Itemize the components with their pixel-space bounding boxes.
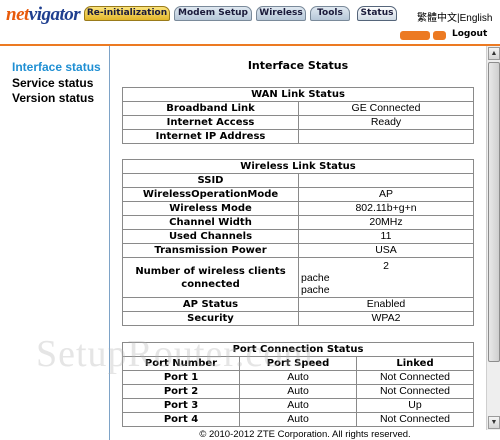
- client-entry: pache: [301, 271, 330, 284]
- wireless-table-header: Wireless Link Status: [122, 159, 474, 174]
- row-value: 11: [298, 229, 474, 244]
- table-row: Port 1 Auto Not Connected: [122, 370, 474, 385]
- row-label: Transmission Power: [122, 243, 299, 258]
- tab-wireless[interactable]: Wireless: [256, 6, 306, 21]
- row-label: WirelessOperationMode: [122, 187, 299, 202]
- row-label: Internet Access: [122, 115, 299, 130]
- row-value: AP: [298, 187, 474, 202]
- table-row: Port 4 Auto Not Connected: [122, 412, 474, 427]
- sidebar-item-interface-status[interactable]: Interface status: [12, 60, 101, 74]
- table-row: Port 3 Auto Up: [122, 398, 474, 413]
- row-value: Enabled: [298, 297, 474, 312]
- language-switch: 繁體中文|English: [417, 9, 492, 24]
- logo-part-net: net: [6, 4, 29, 25]
- scroll-up-arrow-icon[interactable]: ▲: [488, 47, 500, 60]
- table-row: AP Status Enabled: [122, 297, 474, 312]
- row-value: [298, 173, 474, 188]
- row-label: Number of wireless clients connected: [122, 257, 299, 298]
- column-header: Linked: [356, 356, 474, 371]
- lang-english[interactable]: English: [460, 13, 493, 24]
- table-row: Number of wireless clients connected 2 p…: [122, 257, 474, 298]
- scrollbar-thumb[interactable]: [488, 62, 500, 362]
- table-row: WirelessOperationMode AP: [122, 187, 474, 202]
- table-row: Port 2 Auto Not Connected: [122, 384, 474, 399]
- logo-part-vigator: vigator: [28, 4, 81, 25]
- row-label: Security: [122, 311, 299, 326]
- row-label: Wireless Mode: [122, 201, 299, 216]
- header: netvigator Re-initialization Modem Setup…: [0, 0, 500, 48]
- table-row: Internet Access Ready: [122, 115, 474, 130]
- table-row: Transmission Power USA: [122, 243, 474, 258]
- row-value: [298, 129, 474, 144]
- ports-table-header: Port Connection Status: [122, 342, 474, 357]
- row-value: 802.11b+g+n: [298, 201, 474, 216]
- port-speed-cell: Auto: [239, 412, 357, 427]
- column-header: Port Number: [122, 356, 240, 371]
- table-row: Security WPA2: [122, 311, 474, 326]
- page-title: Interface Status: [247, 59, 349, 72]
- row-value: WPA2: [298, 311, 474, 326]
- table-row: Broadband Link GE Connected: [122, 101, 474, 116]
- logout-link[interactable]: Logout: [452, 29, 487, 39]
- row-label: AP Status: [122, 297, 299, 312]
- port-speed-cell: Auto: [239, 370, 357, 385]
- row-label: Broadband Link: [122, 101, 299, 116]
- row-value: 20MHz: [298, 215, 474, 230]
- port-number-cell: Port 3: [122, 398, 240, 413]
- sidebar-item-service-status[interactable]: Service status: [12, 76, 93, 90]
- wan-link-status-table: WAN Link Status Broadband Link GE Connec…: [122, 87, 474, 144]
- clients-count: 2: [383, 259, 389, 272]
- row-value: GE Connected: [298, 101, 474, 116]
- port-connection-status-table: Port Connection Status Port Number Port …: [122, 342, 474, 427]
- port-speed-cell: Auto: [239, 398, 357, 413]
- wan-table-header: WAN Link Status: [122, 87, 474, 102]
- port-linked-cell: Not Connected: [356, 412, 474, 427]
- port-linked-cell: Not Connected: [356, 384, 474, 399]
- port-linked-cell: Up: [356, 398, 474, 413]
- table-row: Used Channels 11: [122, 229, 474, 244]
- tab-tools[interactable]: Tools: [310, 6, 350, 21]
- row-label: Internet IP Address: [122, 129, 299, 144]
- table-row: Channel Width 20MHz: [122, 215, 474, 230]
- sidebar: Interface status Service status Version …: [0, 46, 110, 440]
- vertical-scrollbar[interactable]: ▲ ▼: [486, 46, 500, 430]
- decorative-accent-bar: [400, 31, 446, 40]
- clients-value: 2 pache pache: [298, 257, 474, 298]
- row-value: USA: [298, 243, 474, 258]
- port-linked-cell: Not Connected: [356, 370, 474, 385]
- port-number-cell: Port 1: [122, 370, 240, 385]
- port-number-cell: Port 2: [122, 384, 240, 399]
- main-content: Interface Status WAN Link Status Broadba…: [111, 46, 485, 430]
- scroll-down-arrow-icon[interactable]: ▼: [488, 416, 500, 429]
- copyright-footer: © 2010-2012 ZTE Corporation. All rights …: [110, 430, 500, 440]
- table-row: Internet IP Address: [122, 129, 474, 144]
- row-label: SSID: [122, 173, 299, 188]
- tab-modem-setup[interactable]: Modem Setup: [174, 6, 252, 21]
- tab-status[interactable]: Status: [357, 6, 397, 21]
- client-entry: pache: [301, 283, 330, 296]
- sidebar-item-version-status[interactable]: Version status: [12, 91, 94, 105]
- table-row: SSID: [122, 173, 474, 188]
- row-value: Ready: [298, 115, 474, 130]
- table-header-row: Port Number Port Speed Linked: [122, 356, 474, 371]
- wireless-link-status-table: Wireless Link Status SSID WirelessOperat…: [122, 159, 474, 326]
- table-row: Wireless Mode 802.11b+g+n: [122, 201, 474, 216]
- port-number-cell: Port 4: [122, 412, 240, 427]
- netvigator-logo: netvigator: [6, 4, 81, 26]
- row-label: Used Channels: [122, 229, 299, 244]
- port-speed-cell: Auto: [239, 384, 357, 399]
- tab-re-initialization[interactable]: Re-initialization: [84, 6, 170, 21]
- row-label: Channel Width: [122, 215, 299, 230]
- lang-traditional-chinese[interactable]: 繁體中文: [417, 13, 457, 24]
- column-header: Port Speed: [239, 356, 357, 371]
